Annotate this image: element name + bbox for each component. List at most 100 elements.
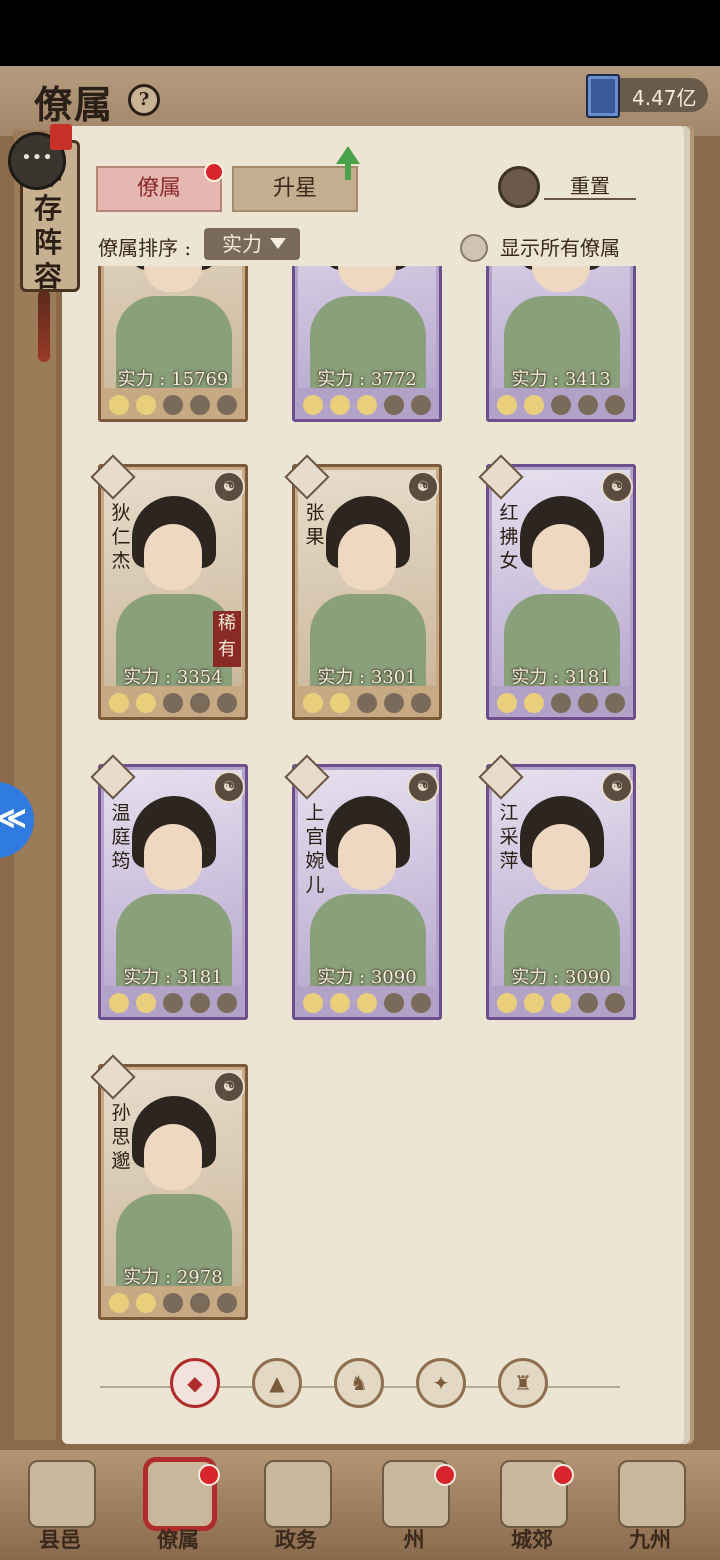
nav-label: 僚属 xyxy=(157,1527,199,1552)
power-value: 实力 : 3090 xyxy=(511,967,611,988)
documents-icon xyxy=(264,1460,332,1528)
moon-star-empty-icon xyxy=(384,693,404,713)
moon-star-filled-icon xyxy=(109,993,129,1013)
currency-value: 4.47亿 xyxy=(632,86,697,110)
all-filter-icon[interactable]: ◆ xyxy=(170,1358,220,1408)
moon-star-filled-icon xyxy=(109,693,129,713)
notification-dot xyxy=(198,1464,220,1486)
nav-label: 九州 xyxy=(629,1527,671,1552)
moon-star-empty-icon xyxy=(411,395,431,415)
subordinate-card[interactable]: ☯ 江采萍 实力 : 3090 xyxy=(478,754,636,1020)
moon-star-empty-icon xyxy=(384,993,404,1013)
reset-button[interactable]: 重置 xyxy=(544,170,636,200)
moon-star-empty-icon xyxy=(190,1293,210,1313)
status-bar xyxy=(0,0,720,66)
yin-yang-icon: ☯ xyxy=(407,471,439,503)
moon-star-empty-icon xyxy=(163,395,183,415)
moon-star-empty-icon xyxy=(411,693,431,713)
tab-badge xyxy=(204,162,224,182)
tab-star-up[interactable]: 升星 xyxy=(232,166,358,212)
show-all-checkbox[interactable] xyxy=(460,234,488,262)
nav-item-4[interactable]: 城郊 xyxy=(482,1460,582,1556)
card-name: 红拂女 xyxy=(499,502,519,572)
moon-star-filled-icon xyxy=(524,993,544,1013)
subordinate-card[interactable]: ☯ 张果 实力 : 3301 xyxy=(284,454,442,720)
nav-label: 州 xyxy=(403,1527,425,1552)
subordinate-card[interactable]: ☯ 孙思邈 实力 : 2978 xyxy=(90,1054,248,1320)
moon-star-empty-icon xyxy=(578,395,598,415)
green-arrow-stem xyxy=(345,162,351,180)
moon-star-filled-icon xyxy=(524,693,544,713)
caret-down-icon xyxy=(270,238,286,249)
moon-star-filled-icon xyxy=(497,993,517,1013)
card-name: 孙思邈 xyxy=(111,1102,131,1172)
power-value: 实力 : 3354 xyxy=(123,667,223,688)
moon-star-filled-icon xyxy=(303,395,323,415)
portrait-face xyxy=(532,524,590,590)
yin-yang-icon: ☯ xyxy=(213,1071,245,1103)
reset-icon[interactable] xyxy=(498,166,540,208)
subordinate-card[interactable]: ☯ 上官婉儿实力 : 3090 xyxy=(284,754,442,1020)
county-gate-icon xyxy=(28,1460,96,1528)
moon-star-empty-icon xyxy=(384,395,404,415)
moon-star-empty-icon xyxy=(190,693,210,713)
power-value: 实力 : 15769 xyxy=(117,369,229,390)
portrait-face xyxy=(532,824,590,890)
yin-yang-icon: ☯ xyxy=(407,771,439,803)
nav-item-5[interactable]: 九州 xyxy=(600,1460,700,1556)
red-packet-icon[interactable] xyxy=(50,124,72,150)
moon-star-empty-icon xyxy=(217,1293,237,1313)
fan-filter-icon[interactable]: ✦ xyxy=(416,1358,466,1408)
moon-star-empty-icon xyxy=(411,993,431,1013)
card-name: 狄仁杰 xyxy=(111,502,131,572)
nav-item-0[interactable]: 县邑 xyxy=(10,1460,110,1556)
horse-filter-icon[interactable]: ▲ xyxy=(252,1358,302,1408)
moon-star-filled-icon xyxy=(357,993,377,1013)
nav-item-2[interactable]: 政务 xyxy=(246,1460,346,1556)
moon-star-empty-icon xyxy=(578,693,598,713)
monkey-filter-icon[interactable]: ♞ xyxy=(334,1358,384,1408)
subordinate-card[interactable]: ☯娘实力 : 3772 xyxy=(292,266,442,422)
portrait-face xyxy=(338,524,396,590)
moon-star-filled-icon xyxy=(109,1293,129,1313)
moon-star-empty-icon xyxy=(163,693,183,713)
moon-star-empty-icon xyxy=(551,693,571,713)
portrait-face xyxy=(338,266,396,292)
moon-star-filled-icon xyxy=(497,693,517,713)
notification-dot xyxy=(552,1464,574,1486)
moon-star-empty-icon xyxy=(605,395,625,415)
subordinate-card[interactable]: ☯ 红拂女实力 : 3181 xyxy=(478,454,636,720)
portrait-face xyxy=(144,266,202,292)
moon-star-empty-icon xyxy=(163,1293,183,1313)
moon-star-empty-icon xyxy=(217,993,237,1013)
dragon-filter-icon[interactable]: ♜ xyxy=(498,1358,548,1408)
moon-star-empty-icon xyxy=(605,693,625,713)
subordinate-card[interactable]: ☯实力 : 3413 xyxy=(486,266,636,422)
yin-yang-icon: ☯ xyxy=(213,771,245,803)
yin-yang-icon: ☯ xyxy=(601,771,633,803)
show-all-label[interactable]: 显示所有僚属 xyxy=(500,232,620,261)
power-value: 实力 : 3090 xyxy=(317,967,417,988)
portrait-face xyxy=(144,1124,202,1190)
help-icon[interactable]: ? xyxy=(128,84,160,116)
portrait-face xyxy=(144,824,202,890)
nav-label: 政务 xyxy=(275,1527,317,1552)
moon-star-empty-icon xyxy=(578,993,598,1013)
moon-star-filled-icon xyxy=(357,395,377,415)
subordinate-card[interactable]: ☯ 温庭筠 实力 : 3181 xyxy=(90,754,248,1020)
nav-item-3[interactable]: 州 xyxy=(364,1460,464,1556)
moon-star-filled-icon xyxy=(136,993,156,1013)
moon-star-empty-icon xyxy=(190,395,210,415)
moon-star-filled-icon xyxy=(136,1293,156,1313)
moon-star-filled-icon xyxy=(303,993,323,1013)
subordinate-card[interactable]: ☯实力 : 15769 xyxy=(98,266,248,422)
moon-star-empty-icon xyxy=(551,395,571,415)
portrait-face xyxy=(338,824,396,890)
nav-item-1[interactable]: 僚属 xyxy=(128,1460,228,1556)
yin-yang-icon: ☯ xyxy=(601,471,633,503)
power-value: 实力 : 3413 xyxy=(511,369,611,390)
subordinate-card[interactable]: ☯ 狄仁杰 稀有 实力 : 3354 xyxy=(90,454,248,720)
card-name: 上官婉儿 xyxy=(305,802,325,896)
moon-star-empty-icon xyxy=(357,693,377,713)
power-value: 实力 : 3181 xyxy=(511,667,611,688)
